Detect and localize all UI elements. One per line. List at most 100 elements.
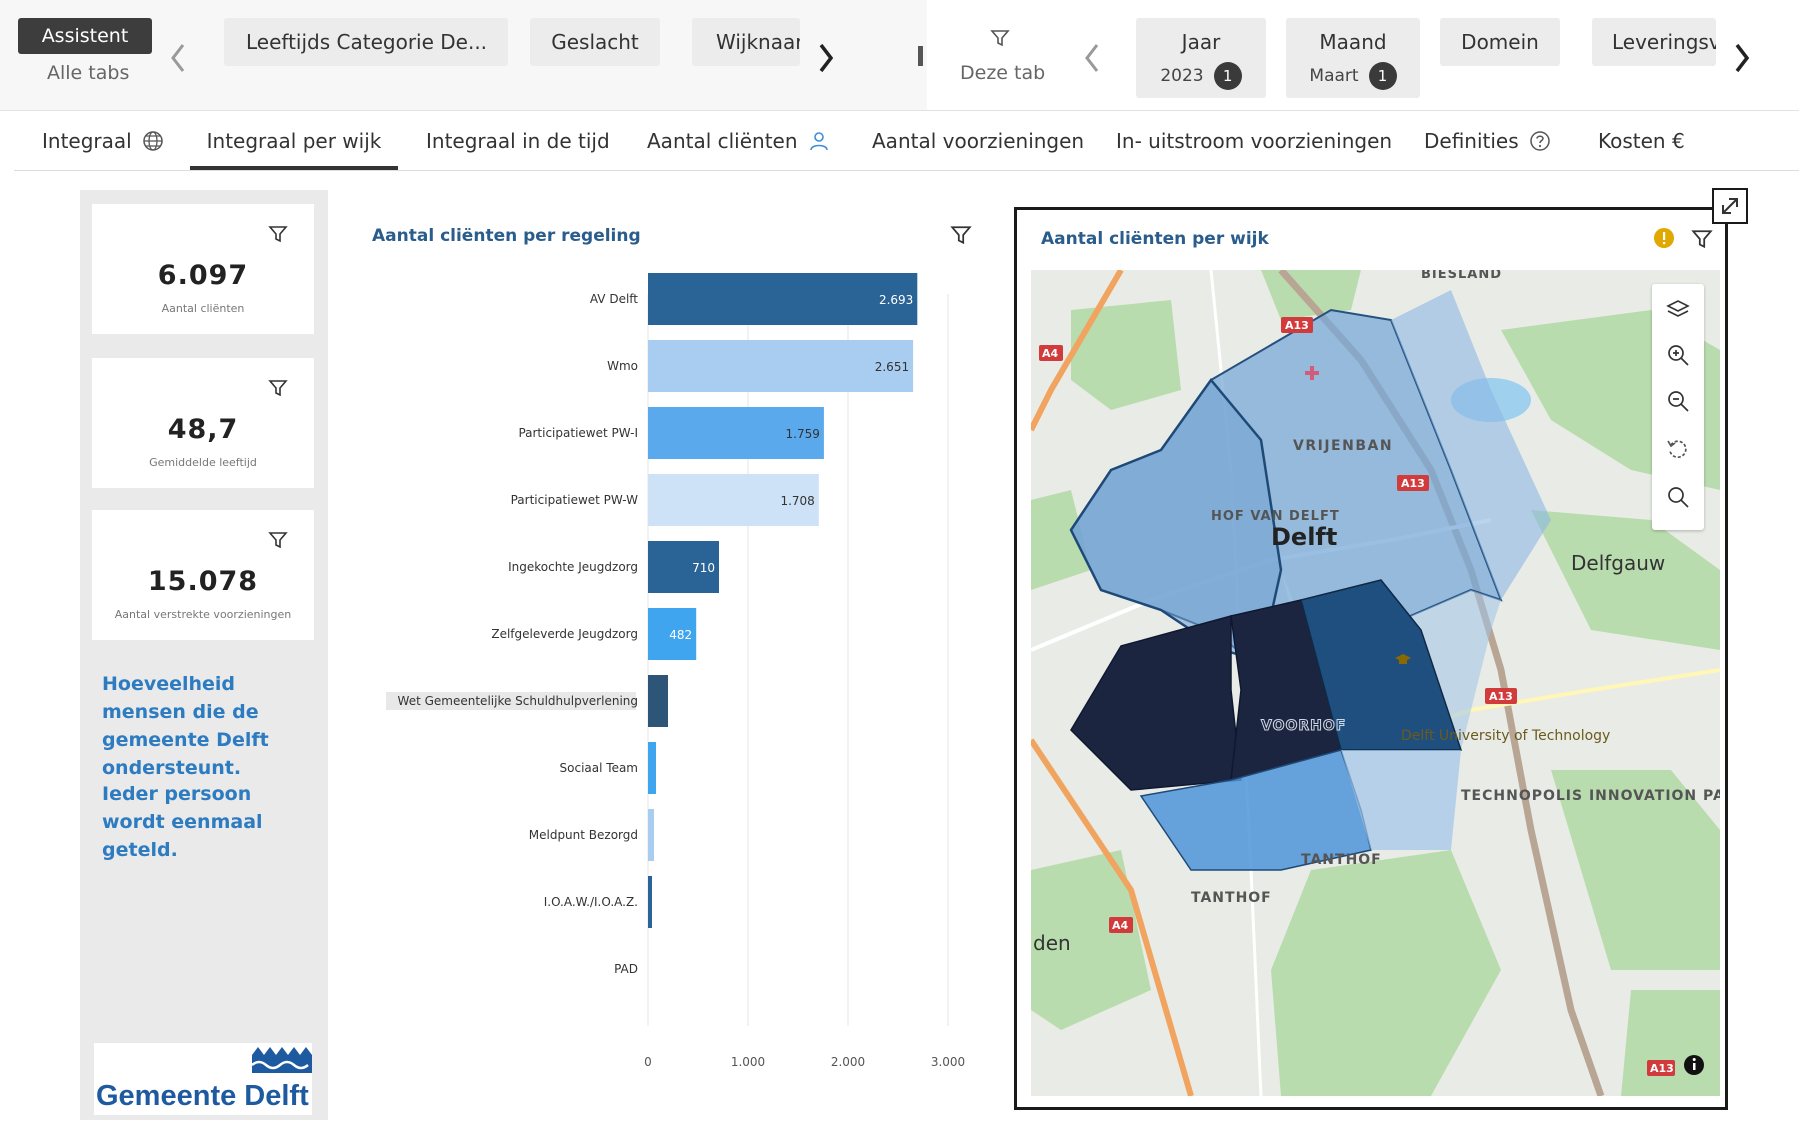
zoom-in-icon[interactable] xyxy=(1665,342,1691,368)
reset-icon[interactable] xyxy=(1665,436,1691,462)
bar-chart[interactable]: 0 1.000 2.000 3.000 AV Delft 2.693 Wmo 2.651 Par… xyxy=(346,204,996,1110)
sheet-tabs: Integraal Integraal per wijk Integraal i… xyxy=(14,112,1799,171)
tab-integraal-in-de-tijd[interactable]: Integraal in de tijd xyxy=(426,112,610,170)
sidebar-note: Ieder persoon wordt eenmaal geteld. xyxy=(102,783,263,861)
tab-label: Kosten € xyxy=(1598,129,1685,153)
map-title: Aantal cliënten per wijk xyxy=(1041,229,1269,249)
help-icon xyxy=(1529,131,1550,151)
filter-icon[interactable] xyxy=(1691,228,1713,250)
kpi-value: 6.097 xyxy=(157,260,249,291)
filter-icon xyxy=(990,30,1010,47)
bar[interactable] xyxy=(648,876,652,928)
svg-text:Gemeente Delft: Gemeente Delft xyxy=(96,1080,309,1112)
tab-in-uitstroom-voorzieningen[interactable]: In- uitstroom voorzieningen xyxy=(1116,112,1392,170)
search-icon[interactable] xyxy=(1665,484,1691,510)
bar[interactable] xyxy=(648,742,656,794)
chevron-left-icon[interactable] xyxy=(166,38,190,78)
map-label: HOF VAN DELFT xyxy=(1211,509,1340,524)
chart-panel-regeling[interactable]: Aantal cliënten per regeling 0 1.000 2.000… xyxy=(346,204,996,1110)
map-panel-wijk[interactable]: Aantal cliënten per wijk BIESLAND VRIJEN… xyxy=(1014,207,1728,1110)
category-label[interactable]: AV Delft xyxy=(590,292,638,306)
kpi-card-clients[interactable]: 6.097 Aantal cliënten xyxy=(92,204,314,334)
selection-count-badge: 1 xyxy=(1368,62,1397,90)
layers-icon[interactable] xyxy=(1665,296,1691,322)
tab-integraal-per-wijk[interactable]: Integraal per wijk xyxy=(190,112,398,170)
kpi-value: 15.078 xyxy=(147,566,259,597)
filter-jaar-value: 2023 xyxy=(1160,66,1204,86)
map-label: Delft University of Technology xyxy=(1401,728,1610,744)
road-shield-label: A4 xyxy=(1042,347,1059,360)
assistant-button[interactable]: Assistent xyxy=(18,18,152,54)
sidebar-note: Hoeveelheid mensen die de gemeente Delft… xyxy=(102,673,269,779)
map-label: TECHNOPOLIS INNOVATION PARK DELFT xyxy=(1461,788,1720,804)
category-label[interactable]: Wet Gemeentelijke Schuldhulpverlening xyxy=(398,694,638,708)
road-shield-label: A13 xyxy=(1650,1062,1674,1075)
bar[interactable] xyxy=(648,340,914,392)
kpi-card-provisions[interactable]: 15.078 Aantal verstrekte voorzieningen xyxy=(92,510,314,640)
warning-icon[interactable] xyxy=(1653,227,1675,249)
tab-label: In- uitstroom voorzieningen xyxy=(1116,129,1393,153)
filter-jaar[interactable]: Jaar 2023 1 xyxy=(1136,18,1266,98)
map-toolbar xyxy=(1652,284,1704,530)
filter-wijknaam[interactable]: Wijknaar xyxy=(692,18,800,66)
map-label: Delft xyxy=(1271,523,1337,551)
chevron-left-icon[interactable] xyxy=(1080,38,1104,78)
tab-integraal[interactable]: Integraal xyxy=(42,112,164,170)
zoom-out-icon[interactable] xyxy=(1665,388,1691,414)
filter-domein[interactable]: Domein xyxy=(1440,18,1560,66)
data-label: 2.651 xyxy=(875,360,909,374)
filter-bar: Assistent Alle tabs Leeftijds Categorie … xyxy=(0,0,1799,111)
map-label: BIESLAND xyxy=(1421,270,1502,282)
tab-label: Aantal cliënten xyxy=(647,129,798,153)
chevron-right-icon[interactable] xyxy=(814,38,838,78)
data-label: 1.759 xyxy=(786,427,820,441)
category-label[interactable]: Wmo xyxy=(607,359,638,373)
tab-aantal-clienten[interactable]: Aantal cliënten xyxy=(647,112,830,170)
expand-button[interactable] xyxy=(1712,188,1748,224)
filter-icon[interactable] xyxy=(268,224,288,244)
tab-label: Aantal voorzieningen xyxy=(872,129,1085,153)
person-icon xyxy=(809,132,828,151)
x-tick-label: 1.000 xyxy=(731,1055,765,1069)
kpi-label: Gemiddelde leeftijd xyxy=(149,456,257,469)
data-label: 2.693 xyxy=(879,293,913,307)
x-tick-label: 0 xyxy=(644,1055,652,1069)
category-label[interactable]: Participatiewet PW-W xyxy=(511,493,639,507)
x-tick-label: 2.000 xyxy=(831,1055,865,1069)
category-label[interactable]: PAD xyxy=(614,962,638,976)
info-icon[interactable] xyxy=(1684,1055,1704,1075)
category-label[interactable]: Zelfgeleverde Jeugdzorg xyxy=(491,627,638,641)
filter-icon[interactable] xyxy=(268,378,288,398)
gemeente-delft-logo: Gemeente Delft xyxy=(94,1043,312,1115)
tab-definities[interactable]: Definities xyxy=(1424,112,1551,170)
choropleth-map[interactable]: BIESLAND VRIJENBAN HOF VAN DELFT Delft D… xyxy=(1031,270,1720,1096)
category-label[interactable]: Participatiewet PW-I xyxy=(518,426,638,440)
category-label[interactable]: I.O.A.W./I.O.A.Z. xyxy=(544,895,638,909)
filter-leveringsvorm[interactable]: Leveringsv xyxy=(1592,18,1716,66)
filter-geslacht[interactable]: Geslacht xyxy=(530,18,660,66)
kpi-sidebar: 6.097 Aantal cliënten 48,7 Gemiddelde le… xyxy=(80,190,328,1120)
filter-leeftijds-categorie[interactable]: Leeftijds Categorie De... xyxy=(224,18,508,66)
tab-label: Integraal xyxy=(42,129,132,153)
bar[interactable] xyxy=(648,675,668,727)
tab-kosten[interactable]: Kosten € xyxy=(1598,112,1685,170)
expand-icon xyxy=(1722,198,1738,214)
tab-aantal-voorzieningen[interactable]: Aantal voorzieningen xyxy=(872,112,1084,170)
selection-count-badge: 1 xyxy=(1213,62,1242,90)
filter-icon[interactable] xyxy=(268,530,288,550)
kpi-card-age[interactable]: 48,7 Gemiddelde leeftijd xyxy=(92,358,314,488)
data-label: 710 xyxy=(692,561,715,575)
scrollbar-handle[interactable] xyxy=(918,46,923,66)
category-label[interactable]: Sociaal Team xyxy=(560,761,638,775)
filter-maand-value: Maart xyxy=(1309,66,1359,86)
bar[interactable] xyxy=(648,809,654,861)
tab-label: Integraal in de tijd xyxy=(426,129,610,153)
category-label[interactable]: Meldpunt Bezorgd xyxy=(529,828,638,842)
chevron-right-icon[interactable] xyxy=(1730,38,1754,78)
filter-maand[interactable]: Maand Maart 1 xyxy=(1286,18,1420,98)
map-label: Delfgauw xyxy=(1571,551,1665,575)
kpi-label: Aantal cliënten xyxy=(161,302,245,315)
category-label[interactable]: Ingekochte Jeugdzorg xyxy=(508,560,638,574)
tab-label: Definities xyxy=(1424,129,1519,153)
bar[interactable] xyxy=(648,273,918,325)
